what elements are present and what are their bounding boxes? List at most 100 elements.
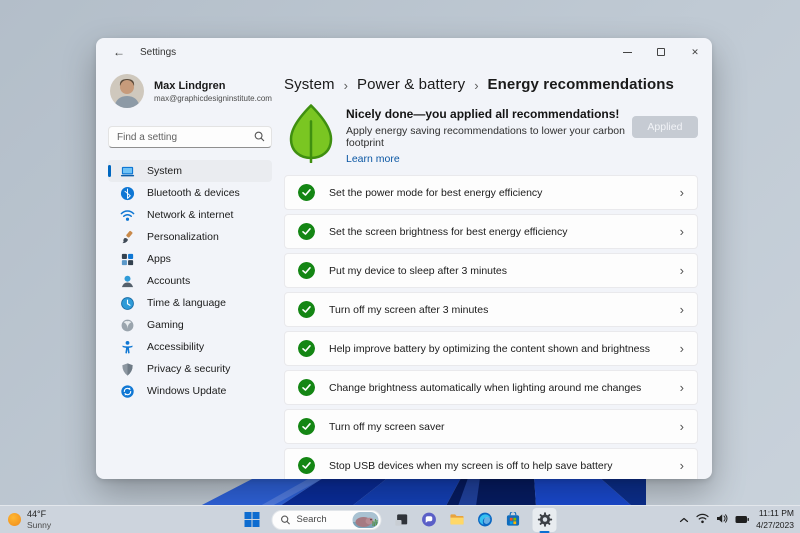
start-button[interactable] [244, 511, 261, 528]
weather-temp: 44°F [27, 509, 47, 519]
recommendation-label: Change brightness automatically when lig… [329, 381, 642, 394]
chevron-right-icon: › [679, 341, 684, 356]
page-title: Energy recommendations [487, 76, 674, 93]
speaker-icon [717, 513, 728, 523]
search-input[interactable] [108, 126, 272, 148]
sidebar-item-gaming[interactable]: Gaming [108, 314, 272, 336]
applied-button[interactable]: Applied [631, 116, 698, 138]
microsoft-store-button[interactable] [505, 511, 522, 528]
bluetooth-icon [120, 186, 135, 201]
taskbar-search[interactable]: Search [271, 509, 382, 530]
clock-date: 4/27/2023 [756, 519, 794, 530]
sidebar-item-network-internet[interactable]: Network & internet [108, 204, 272, 226]
settings-window: ← Settings ✕ Max Lindgren max@graphicdes… [96, 38, 712, 479]
sidebar-item-label: Network & internet [147, 209, 234, 221]
task-view-button[interactable] [393, 511, 410, 528]
sidebar-item-label: Bluetooth & devices [147, 187, 240, 199]
privacy-security-icon [120, 362, 135, 377]
windows-logo-icon [244, 512, 260, 527]
maximize-button[interactable] [644, 38, 678, 66]
recommendation-row-auto-brightness[interactable]: Change brightness automatically when lig… [284, 370, 698, 405]
windows-bloom-wallpaper [200, 476, 646, 506]
recommendation-row-power-mode[interactable]: Set the power mode for best energy effic… [284, 175, 698, 210]
window-title: Settings [140, 46, 177, 58]
recommendation-label: Turn off my screen after 3 minutes [329, 303, 489, 316]
sidebar-item-system[interactable]: System [108, 160, 272, 182]
chevron-right-icon: › [679, 380, 684, 395]
minimize-button[interactable] [610, 38, 644, 66]
recommendation-label: Set the screen brightness for best energ… [329, 225, 568, 238]
titlebar: ← Settings ✕ [96, 38, 712, 66]
edge-browser-button[interactable] [477, 511, 494, 528]
check-circle-icon [298, 379, 315, 396]
profile-name: Max Lindgren [154, 79, 226, 92]
file-explorer-button[interactable] [449, 511, 466, 528]
sidebar-item-privacy-security[interactable]: Privacy & security [108, 358, 272, 380]
chevron-right-icon: › [679, 263, 684, 278]
sidebar-item-accessibility[interactable]: Accessibility [108, 336, 272, 358]
check-circle-icon [298, 457, 315, 474]
weather-widget[interactable]: 44°F Sunny [8, 509, 51, 530]
tray-network-button[interactable] [696, 511, 709, 529]
check-circle-icon [298, 262, 315, 279]
sidebar-item-label: Accessibility [147, 341, 205, 353]
recommendation-row-optimize-content[interactable]: Help improve battery by optimizing the c… [284, 331, 698, 366]
sidebar-item-time-language[interactable]: Time & language [108, 292, 272, 314]
content-pane: System › Power & battery › Energy recomm… [284, 66, 698, 479]
check-circle-icon [298, 301, 315, 318]
check-circle-icon [298, 184, 315, 201]
taskbar-search-label: Search [296, 514, 327, 525]
sidebar-item-personalization[interactable]: Personalization [108, 226, 272, 248]
chevron-right-icon: › [679, 302, 684, 317]
settings-gear-icon [537, 512, 552, 527]
breadcrumb-system[interactable]: System [284, 76, 335, 93]
recommendation-row-screen-brightness[interactable]: Set the screen brightness for best energ… [284, 214, 698, 249]
tray-show-hidden-icons-button[interactable] [679, 511, 689, 529]
chevron-right-icon: › [679, 224, 684, 239]
hero-title: Nicely done—you applied all recommendati… [346, 107, 620, 121]
sidebar-item-label: Apps [147, 253, 171, 265]
clock[interactable]: 11:11 PM 4/27/2023 [756, 508, 794, 531]
sidebar-item-bluetooth-devices[interactable]: Bluetooth & devices [108, 182, 272, 204]
recommendation-label: Help improve battery by optimizing the c… [329, 342, 651, 355]
sidebar-item-label: Personalization [147, 231, 219, 243]
tray-volume-button[interactable] [716, 511, 728, 529]
search-icon [281, 515, 290, 524]
recommendation-label: Stop USB devices when my screen is off t… [329, 459, 613, 472]
settings-app-button[interactable] [532, 507, 557, 533]
sidebar-item-label: Gaming [147, 319, 184, 331]
breadcrumb-separator-icon: › [343, 77, 348, 93]
sidebar-item-label: Windows Update [147, 385, 227, 397]
chat-button[interactable] [421, 511, 438, 528]
learn-more-link[interactable]: Learn more [346, 153, 400, 165]
sidebar-item-accounts[interactable]: Accounts [108, 270, 272, 292]
sidebar: Max Lindgren max@graphicdesigninstitute.… [96, 66, 284, 479]
profile-section[interactable]: Max Lindgren max@graphicdesigninstitute.… [108, 70, 272, 112]
system-icon [120, 164, 135, 179]
check-circle-icon [298, 340, 315, 357]
accounts-icon [120, 274, 135, 289]
sidebar-item-windows-update[interactable]: Windows Update [108, 380, 272, 402]
chevron-right-icon: › [679, 458, 684, 473]
back-button[interactable]: ← [104, 41, 134, 63]
breadcrumb-power-battery[interactable]: Power & battery [357, 76, 465, 93]
recommendation-row-screen-saver[interactable]: Turn off my screen saver › [284, 409, 698, 444]
close-button[interactable]: ✕ [678, 38, 712, 66]
weather-condition: Sunny [27, 520, 52, 530]
accessibility-icon [120, 340, 135, 355]
recommendation-row-usb[interactable]: Stop USB devices when my screen is off t… [284, 448, 698, 479]
leaf-icon [289, 104, 333, 163]
sidebar-item-apps[interactable]: Apps [108, 248, 272, 270]
close-icon: ✕ [691, 46, 699, 57]
time-language-icon [120, 296, 135, 311]
sidebar-item-label: Time & language [147, 297, 226, 309]
clock-time: 11:11 PM [758, 508, 794, 519]
windows-update-icon [120, 384, 135, 399]
recommendation-row-sleep[interactable]: Put my device to sleep after 3 minutes › [284, 253, 698, 288]
energy-hero-banner: Nicely done—you applied all recommendati… [284, 103, 698, 165]
tray-battery-button[interactable] [735, 511, 750, 529]
recommendation-label: Set the power mode for best energy effic… [329, 186, 543, 199]
recommendation-row-screen-off[interactable]: Turn off my screen after 3 minutes › [284, 292, 698, 327]
edge-icon [478, 512, 492, 527]
network-icon [120, 208, 135, 223]
